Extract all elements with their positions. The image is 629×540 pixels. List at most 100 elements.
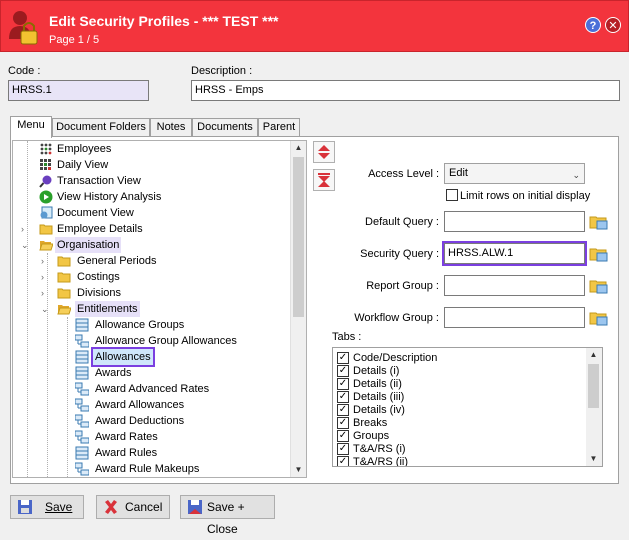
tree-item-label: Costings <box>77 271 120 283</box>
limit-rows-label: Limit rows on initial display <box>460 190 591 202</box>
workflow-group-field[interactable] <box>444 307 585 328</box>
title-bar: Edit Security Profiles - *** TEST *** Pa… <box>0 0 629 52</box>
move-up-icon <box>318 145 330 159</box>
tree-item-label: Award Rule Makeups <box>95 463 200 475</box>
tabs-scrollbar[interactable]: ▲ ▼ <box>586 348 602 466</box>
tab-item-label: T&A/RS (ii) <box>353 456 408 467</box>
access-level-value: Edit <box>449 167 468 179</box>
calendar-icon <box>40 159 51 170</box>
close-icon[interactable]: ✕ <box>605 17 621 33</box>
tree-item-label: Transaction View <box>57 175 141 187</box>
chevron-down-icon: ⌄ <box>572 170 580 180</box>
tab-menu[interactable]: Menu <box>10 116 52 138</box>
checkbox[interactable]: ✓ <box>337 404 349 416</box>
relation-icon <box>75 430 89 444</box>
tab-item-label: Breaks <box>353 417 388 429</box>
tab-documents[interactable]: Documents <box>192 118 258 137</box>
page-indicator: Page 1 / 5 <box>49 34 100 46</box>
checkbox[interactable]: ✓ <box>337 443 349 455</box>
tree-item-label: Award Rates <box>95 431 158 443</box>
tabs-checklist[interactable]: ✓ Code/Description ✓ Details (i) ✓ Details … <box>332 347 603 467</box>
tab-item-label: Details (iv) <box>353 404 405 416</box>
tab-item-label: Code/Description <box>353 352 438 364</box>
tree-item-label: Divisions <box>77 287 122 299</box>
save-close-button[interactable]: Save + Close <box>180 495 275 536</box>
scroll-thumb[interactable] <box>293 157 304 317</box>
folder-browse-icon[interactable] <box>589 309 609 327</box>
tree-scrollbar[interactable]: ▲ ▼ <box>290 141 306 477</box>
default-query-field[interactable] <box>444 211 585 232</box>
search-icon <box>39 175 52 188</box>
list-icon <box>75 318 89 332</box>
folder-browse-icon[interactable] <box>589 245 609 263</box>
tree-item-label: Daily View <box>57 159 109 171</box>
tab-item-label: Details (i) <box>353 365 400 377</box>
workflow-group-label: Workflow Group : <box>354 312 439 324</box>
access-level-label: Access Level : <box>368 168 439 180</box>
tree-item-label: Allowance Groups <box>95 319 185 331</box>
scroll-down-icon[interactable]: ▼ <box>291 463 306 477</box>
report-group-field[interactable] <box>444 275 585 296</box>
tree-item-label: Document View <box>57 207 134 219</box>
tree-item-label: General Periods <box>77 255 157 267</box>
tab-document-folders[interactable]: Document Folders <box>52 118 150 137</box>
tree-item-label: Organisation <box>55 237 122 253</box>
description-field[interactable]: HRSS - Emps <box>191 80 620 101</box>
checkbox[interactable]: ✓ <box>337 378 349 390</box>
save-close-icon <box>188 500 202 514</box>
document-icon <box>40 206 53 219</box>
relation-icon <box>75 398 89 412</box>
security-query-field[interactable]: HRSS.ALW.1 <box>442 241 587 266</box>
checkbox[interactable]: ✓ <box>337 352 349 364</box>
folder-browse-icon[interactable] <box>589 277 609 295</box>
tab-item-label: Details (iii) <box>353 391 405 403</box>
relation-icon <box>75 414 89 428</box>
limit-rows-checkbox[interactable] <box>446 189 458 201</box>
scroll-thumb[interactable] <box>588 364 599 408</box>
tree-item-label: Award Allowances <box>95 399 185 411</box>
collapse-icon[interactable]: ⌄ <box>21 241 29 250</box>
relation-icon <box>75 462 89 476</box>
list-icon <box>75 350 89 364</box>
tree-item-label: Award Deductions <box>95 415 185 427</box>
cancel-label: Cancel <box>125 500 163 514</box>
default-query-label: Default Query : <box>365 216 439 228</box>
tab-item-label: T&A/RS (i) <box>353 443 406 455</box>
window-title: Edit Security Profiles - *** TEST *** <box>49 13 279 29</box>
tabs-label: Tabs : <box>332 331 362 343</box>
folder-browse-icon[interactable] <box>589 213 609 231</box>
cancel-button[interactable]: Cancel <box>96 495 170 519</box>
save-button[interactable]: Save <box>10 495 84 519</box>
expand-icon[interactable]: › <box>41 257 49 266</box>
tree-item-label: Allowance Group Allowances <box>95 335 237 347</box>
tree-item-label: Awards <box>95 367 132 379</box>
collapse-icon[interactable]: ⌄ <box>41 305 49 314</box>
expand-icon[interactable]: › <box>21 225 29 234</box>
tree-item-label: Employees <box>57 143 112 155</box>
scroll-up-icon[interactable]: ▲ <box>291 141 306 155</box>
checkbox[interactable]: ✓ <box>337 430 349 442</box>
help-icon[interactable]: ? <box>585 17 601 33</box>
report-group-label: Report Group : <box>366 280 439 292</box>
folder-icon <box>39 224 53 235</box>
checkbox[interactable]: ✓ <box>337 365 349 377</box>
expand-icon[interactable]: › <box>41 273 49 282</box>
tab-notes[interactable]: Notes <box>150 118 192 137</box>
checkbox[interactable]: ✓ <box>337 456 349 466</box>
tree-item-label: Allowances <box>91 347 155 367</box>
checkbox[interactable]: ✓ <box>337 391 349 403</box>
code-field[interactable]: HRSS.1 <box>8 80 149 101</box>
save-label: Save <box>45 500 73 514</box>
save-close-label: Save + Close <box>207 500 245 536</box>
scroll-down-icon[interactable]: ▼ <box>586 452 601 466</box>
tab-parent[interactable]: Parent <box>258 118 300 137</box>
access-level-select[interactable]: Edit ⌄ <box>444 163 585 184</box>
move-up-button[interactable] <box>313 141 335 163</box>
menu-tree[interactable]: Employees Daily View Transaction View Vi… <box>12 140 307 478</box>
security-user-icon <box>9 11 38 45</box>
tab-item-label: Details (ii) <box>353 378 402 390</box>
relation-icon <box>75 334 89 348</box>
expand-icon[interactable]: › <box>41 289 49 298</box>
checkbox[interactable]: ✓ <box>337 417 349 429</box>
scroll-up-icon[interactable]: ▲ <box>586 348 601 362</box>
